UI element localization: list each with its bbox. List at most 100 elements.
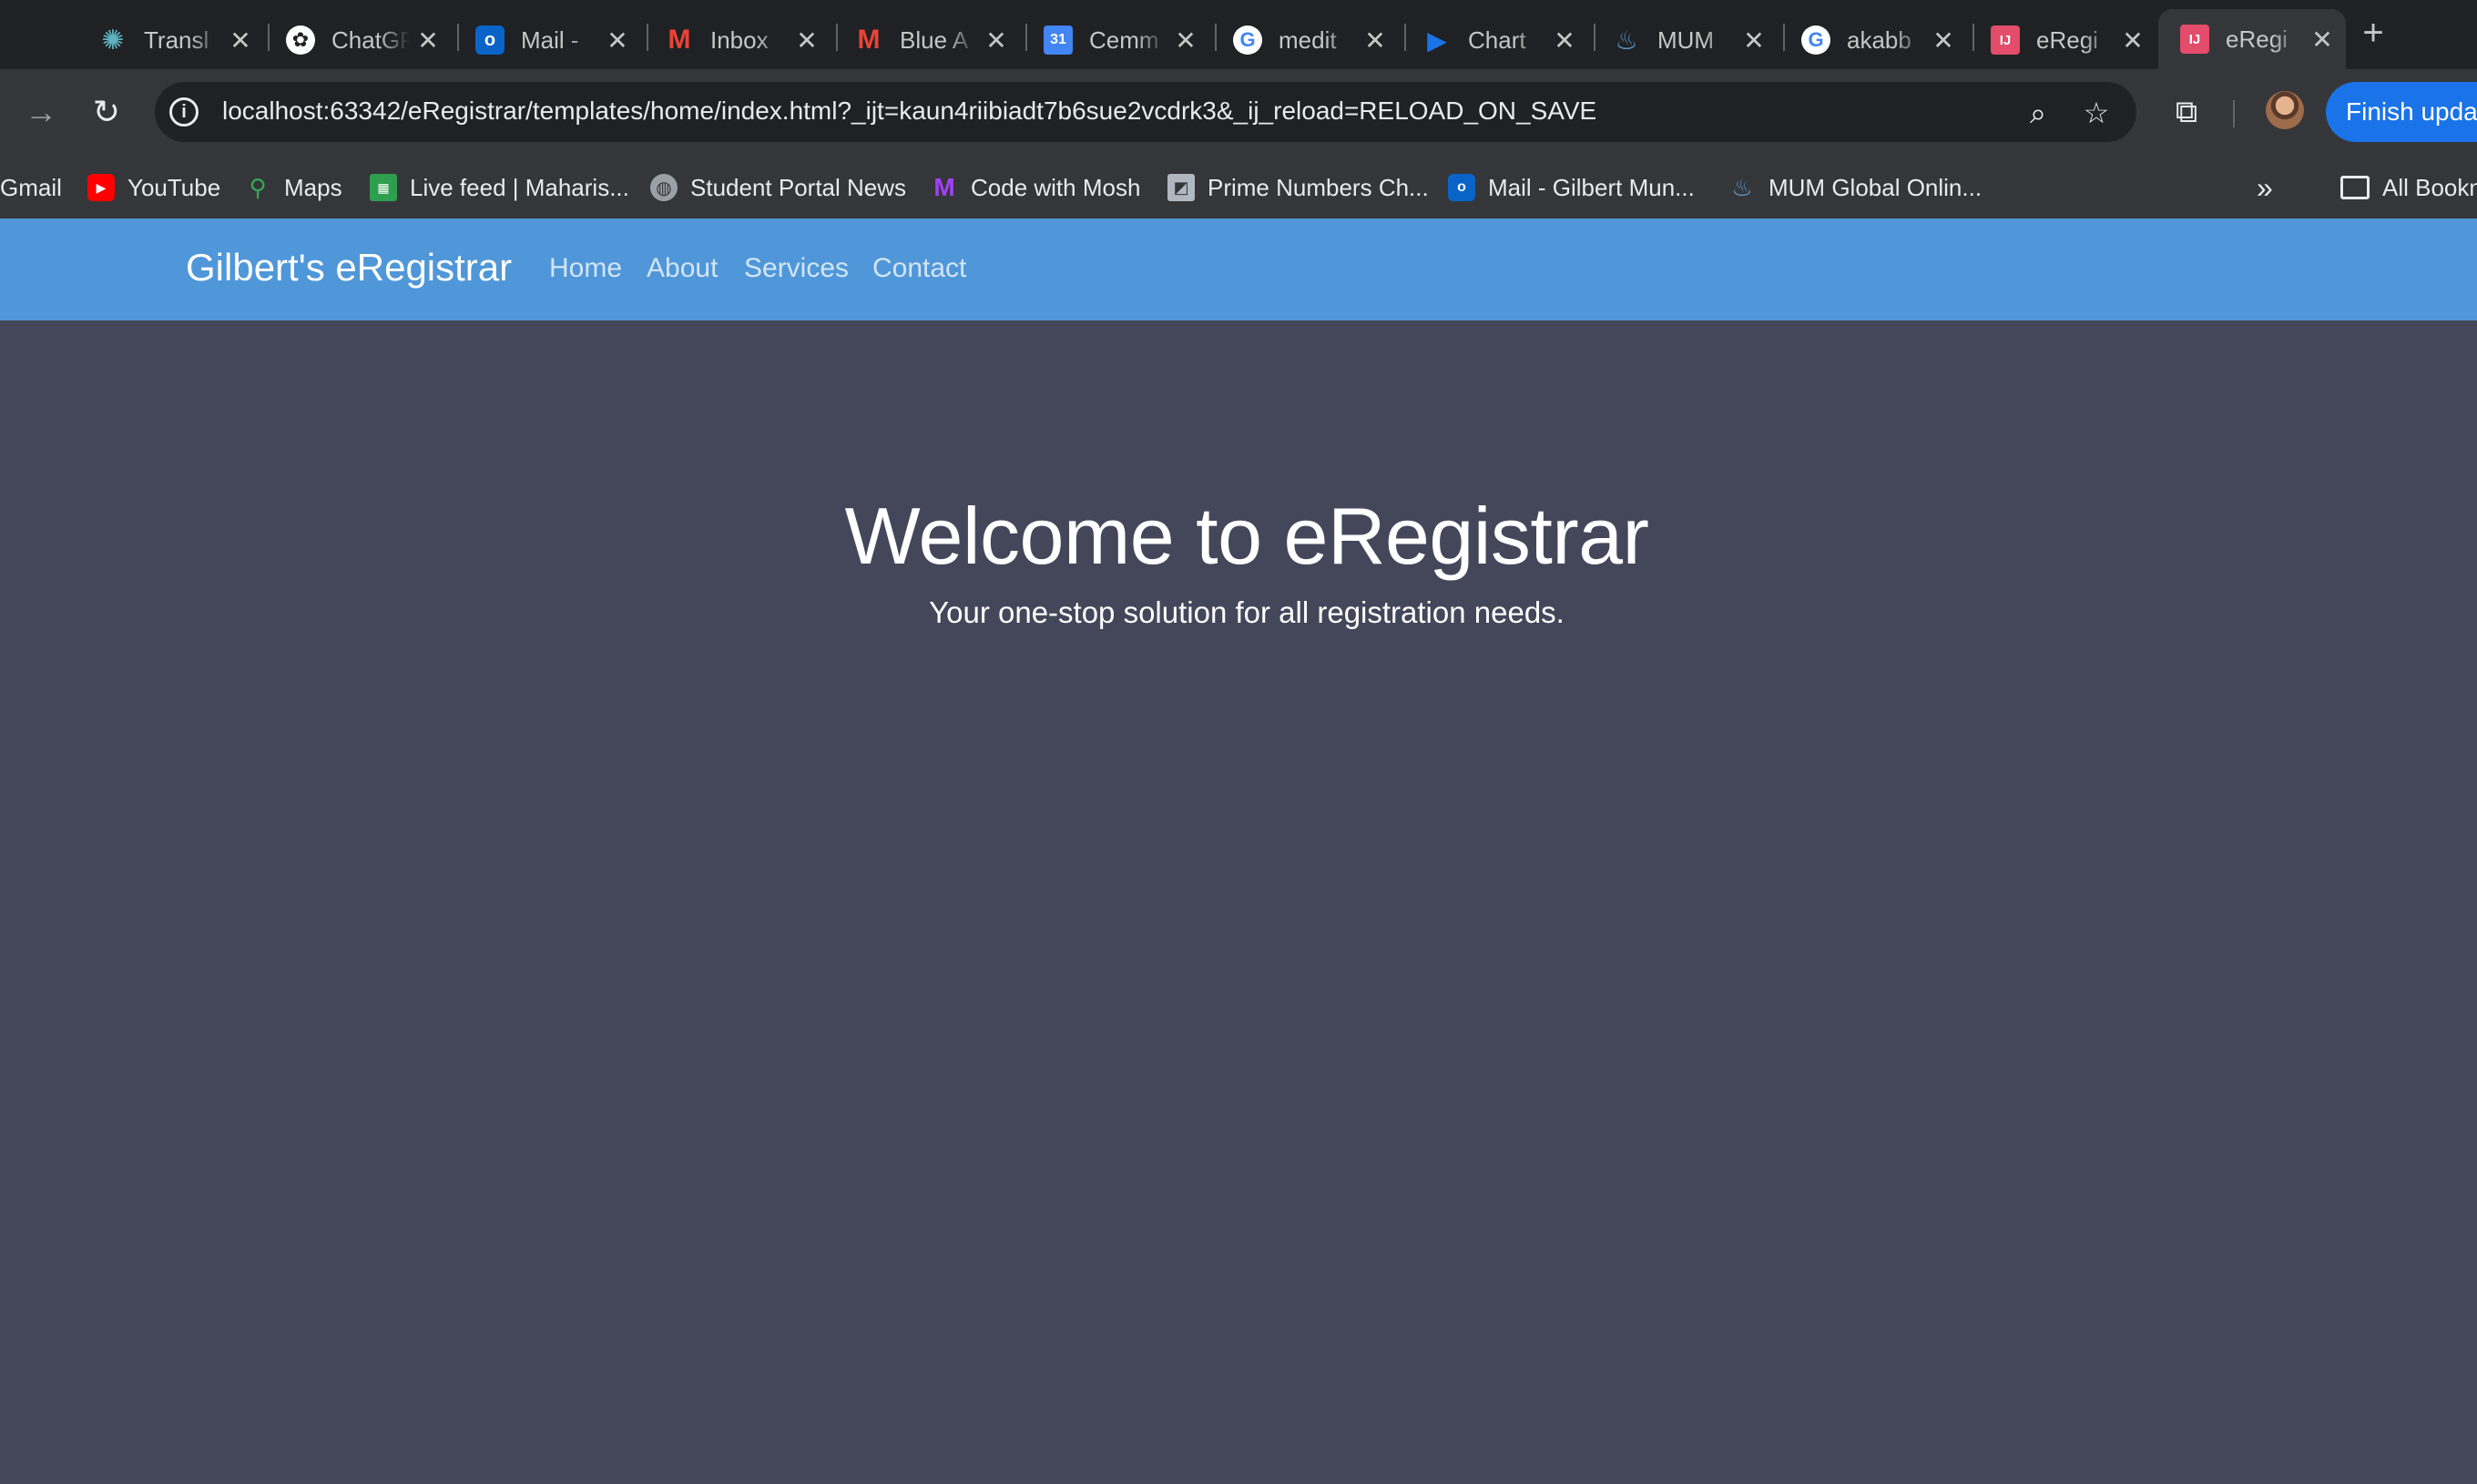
site-navbar: Gilbert's eRegistrar Home About Services… — [0, 219, 2477, 320]
nav-link-services[interactable]: Services — [744, 253, 849, 284]
close-icon[interactable]: ✕ — [410, 25, 446, 56]
tab-label: ChatGPT — [331, 25, 410, 54]
chatgpt-icon: ✿ — [286, 25, 315, 55]
browser-tab[interactable]: 31 Cemm ✕ — [1022, 11, 1209, 69]
bookmarks-bar: Gmail ▶ YouTube ⚲ Maps ▦ Live feed | Mah… — [0, 157, 2477, 219]
browser-tab[interactable]: ▶ Chart ✕ — [1401, 11, 1588, 69]
all-bookmarks-folder[interactable]: All Bookmarks — [2340, 169, 2477, 206]
gmail-icon: M — [668, 25, 691, 55]
forward-button[interactable]: → — [18, 89, 64, 135]
intellij-icon: IJ — [2180, 25, 2209, 54]
tab-label: medit — [1279, 25, 1337, 54]
bookmark-label: Prime Numbers Ch... — [1208, 173, 1429, 201]
browser-tab[interactable]: M Inbox ✕ — [643, 11, 831, 69]
bookmark-label: Student Portal News — [690, 173, 907, 201]
nav-link-about[interactable]: About — [647, 253, 718, 284]
address-bar[interactable]: i localhost:63342/eRegistrar/templates/h… — [155, 82, 2136, 142]
intellij-icon: IJ — [1991, 25, 2020, 55]
browser-toolbar: → ↻ i localhost:63342/eRegistrar/templat… — [0, 69, 2477, 157]
tab-label: MUM — [1657, 25, 1715, 54]
browser-tab[interactable]: M Blue A ✕ — [832, 11, 1020, 69]
url-text[interactable]: localhost:63342/eRegistrar/templates/hom… — [222, 97, 1596, 126]
perplexity-icon: ✺ — [101, 25, 125, 56]
browser-tab-active[interactable]: IJ eRegi ✕ — [2158, 9, 2346, 69]
bookmark-maps[interactable]: ⚲ Maps — [244, 169, 342, 206]
tab-label: Cemm — [1089, 25, 1159, 54]
youtube-icon: ▶ — [87, 174, 115, 201]
bookmark-label: Code with Mosh — [971, 173, 1141, 201]
java-icon: ♨ — [1731, 173, 1753, 201]
close-icon[interactable]: ✕ — [599, 25, 636, 56]
bookmark-mum-global[interactable]: ♨ MUM Global Onlin... — [1728, 169, 1982, 206]
bookmark-label: All Bookmarks — [2382, 173, 2477, 201]
extensions-icon[interactable]: ⧉ — [2164, 89, 2209, 135]
bookmark-label: MUM Global Onlin... — [1769, 173, 1983, 201]
close-icon[interactable]: ✕ — [789, 25, 825, 56]
hero-title: Welcome to eRegistrar — [844, 491, 1649, 581]
bookmark-mail-gilbert[interactable]: o Mail - Gilbert Mun... — [1448, 169, 1695, 206]
chart-icon: ◩ — [1167, 174, 1195, 201]
bookmark-label: YouTube — [127, 173, 221, 201]
close-icon[interactable]: ✕ — [1546, 25, 1583, 56]
hero-subtitle: Your one-stop solution for all registrat… — [929, 595, 1565, 629]
play-icon: ▶ — [1427, 25, 1447, 55]
profile-avatar[interactable] — [2266, 91, 2304, 129]
bookmark-live-feed[interactable]: ▦ Live feed | Maharis... — [370, 169, 629, 206]
bookmark-label: Mail - Gilbert Mun... — [1488, 173, 1695, 201]
bookmark-label: Gmail — [0, 173, 62, 201]
browser-tab[interactable]: ✿ ChatGPT ✕ — [264, 11, 452, 69]
site-brand[interactable]: Gilbert's eRegistrar — [186, 246, 512, 290]
tab-label: akabb — [1847, 25, 1911, 54]
tab-strip: ✺ Transl ✕ ✿ ChatGPT ✕ o Mail - ✕ M Inbo… — [0, 0, 2477, 69]
outlook-icon: o — [1448, 174, 1475, 201]
tab-label: Mail - — [521, 25, 579, 54]
bookmark-star-icon[interactable]: ☆ — [2076, 93, 2116, 133]
browser-tab[interactable]: o Mail - ✕ — [454, 11, 641, 69]
tab-label: Chart — [1468, 25, 1526, 54]
reload-button[interactable]: ↻ — [84, 89, 129, 135]
google-icon: G — [1233, 25, 1262, 55]
close-icon[interactable]: ✕ — [1167, 25, 1204, 56]
close-icon[interactable]: ✕ — [1736, 25, 1772, 56]
calendar-icon: 31 — [1044, 25, 1073, 55]
folder-icon — [2340, 176, 2370, 199]
bookmark-code-with-mosh[interactable]: M Code with Mosh — [931, 169, 1140, 206]
bookmark-gmail[interactable]: Gmail — [0, 169, 62, 206]
browser-tab[interactable]: G akabb ✕ — [1779, 11, 1967, 69]
more-bookmarks-icon[interactable]: » — [2257, 169, 2273, 206]
bookmark-prime-numbers[interactable]: ◩ Prime Numbers Ch... — [1167, 169, 1429, 206]
site-info-icon[interactable]: i — [169, 97, 199, 127]
tab-label: Transl — [144, 25, 209, 54]
browser-tab[interactable]: G medit ✕ — [1211, 11, 1399, 69]
nav-link-home[interactable]: Home — [549, 253, 622, 284]
browser-tab[interactable]: ♨ MUM ✕ — [1590, 11, 1778, 69]
close-icon[interactable]: ✕ — [2115, 25, 2151, 56]
maps-icon: ⚲ — [249, 173, 267, 201]
mosh-icon: M — [933, 173, 955, 201]
globe-icon: ◍ — [650, 174, 678, 201]
finish-update-button[interactable]: Finish update — [2326, 82, 2477, 142]
outlook-icon: o — [475, 25, 505, 55]
close-icon[interactable]: ✕ — [2304, 25, 2340, 55]
close-icon[interactable]: ✕ — [222, 25, 259, 56]
tab-label: eRegi — [2226, 25, 2288, 53]
tab-label: Blue A — [900, 25, 969, 54]
java-icon: ♨ — [1615, 25, 1638, 55]
google-icon: G — [1801, 25, 1830, 55]
nav-link-contact[interactable]: Contact — [872, 253, 966, 284]
livefeed-icon: ▦ — [370, 174, 397, 201]
bookmark-label: Live feed | Maharis... — [410, 173, 629, 201]
bookmark-student-portal[interactable]: ◍ Student Portal News — [650, 169, 906, 206]
tab-label: eRegi — [2036, 25, 2098, 54]
bookmark-label: Maps — [284, 173, 342, 201]
close-icon[interactable]: ✕ — [978, 25, 1014, 56]
close-icon[interactable]: ✕ — [1925, 25, 1962, 56]
browser-tab[interactable]: IJ eRegi ✕ — [1969, 11, 2156, 69]
tab-label: Inbox — [710, 25, 769, 54]
new-tab-button[interactable]: + — [2353, 11, 2393, 55]
bookmark-youtube[interactable]: ▶ YouTube — [87, 169, 220, 206]
browser-tab[interactable]: ✺ Transl ✕ — [76, 11, 264, 69]
close-icon[interactable]: ✕ — [1357, 25, 1393, 56]
gmail-icon: M — [857, 25, 881, 55]
zoom-icon[interactable]: ⌕ — [2018, 93, 2058, 133]
